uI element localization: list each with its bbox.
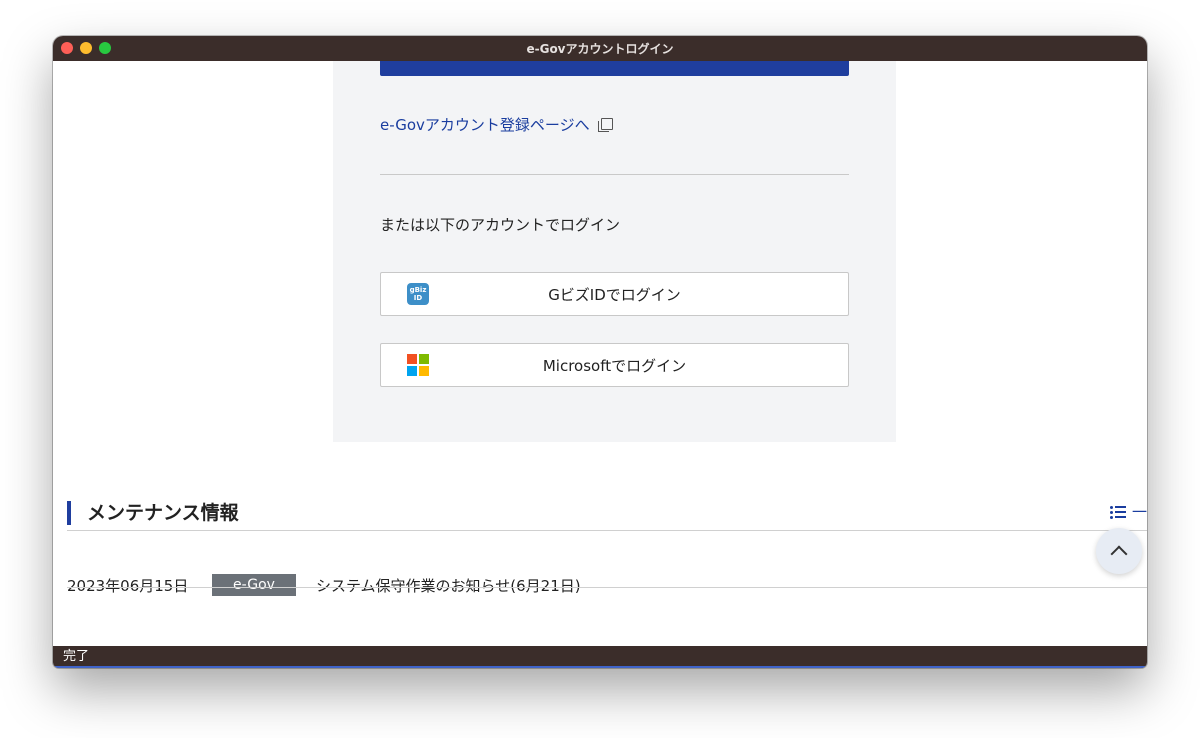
close-window-button[interactable] xyxy=(61,42,73,54)
chevron-up-icon xyxy=(1110,545,1128,563)
login-panel: e-Govアカウント登録ページへ または以下のアカウントでログイン gBiz I… xyxy=(333,61,896,442)
gbiz-login-label: GビズIDでログイン xyxy=(548,285,681,304)
divider xyxy=(67,587,1147,588)
maintenance-list-link[interactable]: 一 xyxy=(1109,501,1147,522)
login-button-partial[interactable] xyxy=(380,61,849,76)
external-link-icon xyxy=(597,117,613,132)
browser-window: e-Govアカウントログイン e-Govアカウント登録ページへ または以下のアカ… xyxy=(53,36,1147,668)
list-icon xyxy=(1109,505,1126,519)
microsoft-login-label: Microsoftでログイン xyxy=(542,356,687,375)
maintenance-heading: メンテナンス情報 xyxy=(67,501,239,525)
list-item[interactable]: 2023年06月15日 e-Gov システム保守作業のお知らせ(6月21日) xyxy=(67,573,1127,597)
register-link-label: e-Govアカウント登録ページへ xyxy=(380,116,590,134)
news-title[interactable]: システム保守作業のお知らせ(6月21日) xyxy=(316,575,581,596)
alternative-login-label: または以下のアカウントでログイン xyxy=(380,216,621,234)
window-controls xyxy=(61,42,111,54)
divider xyxy=(67,530,1147,531)
divider xyxy=(380,174,849,175)
category-badge: e-Gov xyxy=(212,574,296,596)
minimize-window-button[interactable] xyxy=(80,42,92,54)
page-content[interactable]: e-Govアカウント登録ページへ または以下のアカウントでログイン gBiz I… xyxy=(53,61,1147,646)
title-bar: e-Govアカウントログイン xyxy=(53,36,1147,61)
gbiz-login-button[interactable]: gBiz ID GビズIDでログイン xyxy=(380,272,849,316)
news-date: 2023年06月15日 xyxy=(67,576,189,595)
gbiz-id-logo-icon: gBiz ID xyxy=(407,283,429,305)
register-account-link[interactable]: e-Govアカウント登録ページへ xyxy=(380,114,613,135)
microsoft-logo-icon xyxy=(407,354,429,376)
status-text: 完了 xyxy=(63,649,90,664)
back-to-top-button[interactable] xyxy=(1096,528,1142,574)
microsoft-login-button[interactable]: Microsoftでログイン xyxy=(380,343,849,387)
window-title: e-Govアカウントログイン xyxy=(526,42,674,56)
list-link-label: 一 xyxy=(1131,503,1147,521)
status-bar: 完了 xyxy=(53,646,1147,668)
maximize-window-button[interactable] xyxy=(99,42,111,54)
